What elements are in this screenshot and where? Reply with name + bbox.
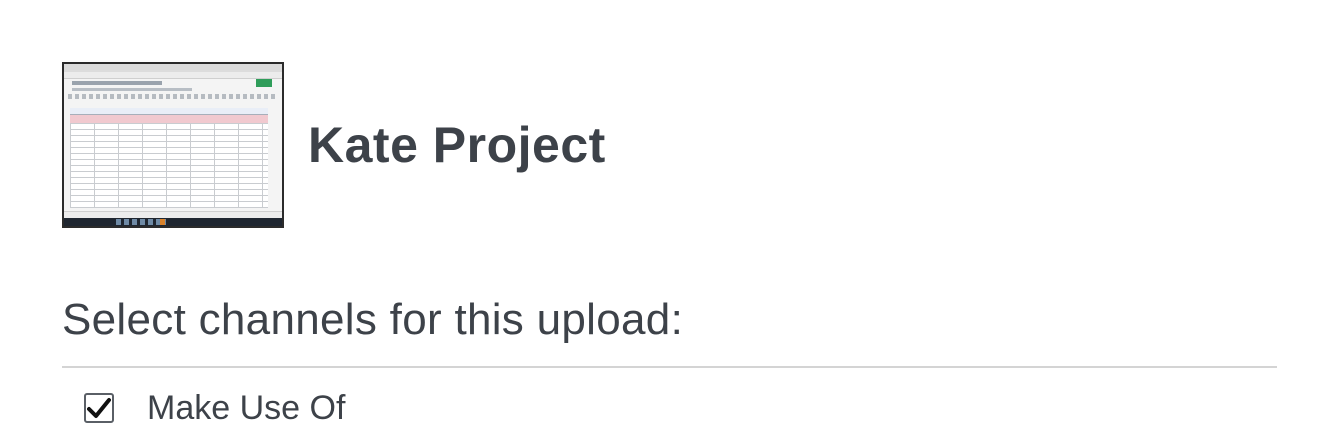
divider — [62, 366, 1277, 368]
checkmark-icon — [87, 398, 111, 418]
channel-item-make-use-of[interactable]: Make Use Of — [84, 388, 345, 428]
project-title: Kate Project — [308, 117, 606, 173]
project-header: Kate Project — [62, 62, 606, 228]
channel-checkbox[interactable] — [84, 393, 114, 423]
channel-label: Make Use Of — [147, 389, 346, 427]
upload-channel-page: Kate Project Select channels for this up… — [0, 0, 1343, 442]
project-thumbnail — [62, 62, 284, 228]
channels-heading: Select channels for this upload: — [62, 295, 684, 344]
